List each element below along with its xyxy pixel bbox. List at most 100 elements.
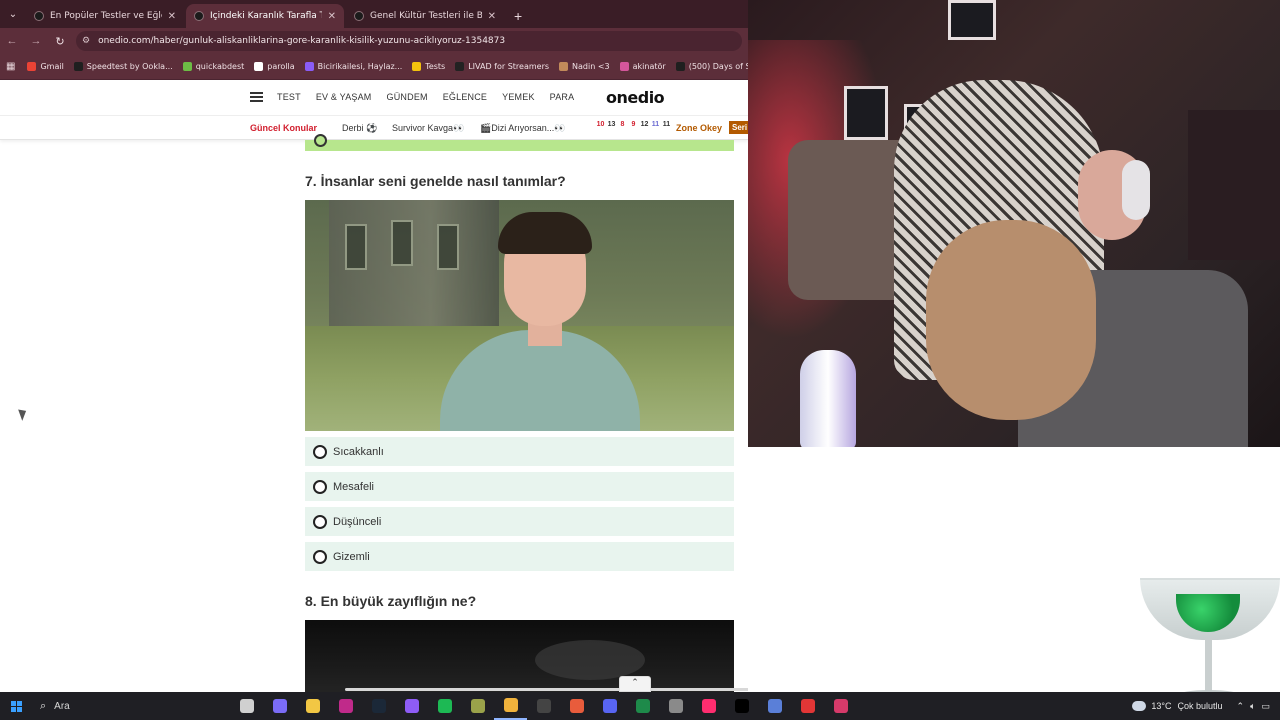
bookmark-label: parolla (267, 62, 295, 71)
horizontal-scrollbar[interactable] (345, 688, 748, 691)
back-arrow-icon[interactable]: ← (0, 35, 24, 47)
close-tab-icon[interactable]: ✕ (488, 11, 496, 22)
option-gizemli[interactable]: Gizemli (305, 542, 734, 571)
app-green-icon (635, 699, 650, 713)
taskbar-copilot-button[interactable] (263, 692, 296, 720)
url-text: onedio.com/haber/gunluk-aliskanliklarina… (98, 36, 506, 46)
reload-icon[interactable]: ↻ (48, 35, 72, 48)
score-value: 9 (631, 121, 636, 128)
scroll-to-top-button[interactable]: ⌃ (619, 676, 651, 692)
webcam-overlay (748, 0, 1280, 447)
taskbar-app-gray-button[interactable] (659, 692, 692, 720)
main-nav: TEST EV & YAŞAM GÜNDEM EĞLENCE YEMEK PARA (277, 92, 574, 102)
option-label: Gizemli (333, 550, 370, 563)
weather-temp[interactable]: 13°C (1151, 701, 1171, 711)
bookmark-item[interactable]: Speedtest by Ookla... (73, 62, 173, 71)
taskbar-app-red-button[interactable] (791, 692, 824, 720)
tray-chevron-icon[interactable]: ⌃ (1237, 701, 1245, 712)
bookmark-item[interactable]: Tests (412, 62, 445, 71)
seri-badge[interactable]: Seri (729, 121, 748, 134)
taskbar-app-purple-button[interactable] (395, 692, 428, 720)
volume-icon[interactable]: 🔈︎ (1250, 701, 1255, 712)
file-explorer-icon (305, 699, 320, 713)
question-8-image (305, 620, 734, 692)
taskbar-app-colorful-button[interactable] (560, 692, 593, 720)
bookmark-label: akinatör (632, 62, 666, 71)
bookmark-item[interactable]: quickabdest (182, 62, 244, 71)
nav-link[interactable]: TEST (277, 92, 301, 102)
taskbar-search[interactable]: ⌕ Ara (32, 695, 172, 717)
app-purple-icon (404, 699, 419, 713)
bookmark-favicon-icon (73, 62, 83, 71)
topic-survivor[interactable]: Survivor Kavga👀 (392, 123, 464, 134)
app-red-icon (800, 699, 815, 713)
taskbar-app-olive-button[interactable] (461, 692, 494, 720)
onedio-logo[interactable]: onedio (606, 88, 665, 107)
browser-tab-1[interactable]: En Popüler Testler ve Eğlenceli ✕ (26, 4, 184, 28)
taskbar-task-view-button[interactable] (230, 692, 263, 720)
shelf-shape (1188, 110, 1280, 260)
taskbar-app-pink-button[interactable] (329, 692, 362, 720)
bookmark-item[interactable]: parolla (254, 62, 295, 71)
steam-icon (371, 699, 386, 713)
tab-search-icon[interactable]: ⌄ (0, 0, 26, 28)
forward-arrow-icon[interactable]: → (24, 35, 48, 47)
radio-icon (313, 549, 327, 564)
bookmark-item[interactable]: Nadin <3 (559, 62, 610, 71)
window-shape (437, 224, 459, 270)
previous-selected-option[interactable] (305, 134, 734, 151)
taskbar-app-blue-button[interactable] (758, 692, 791, 720)
option-dusunceli[interactable]: Düşünceli (305, 507, 734, 536)
taskbar-spotify-button[interactable] (428, 692, 461, 720)
discord-icon (602, 699, 617, 713)
nav-link[interactable]: GÜNDEM (387, 92, 428, 102)
taskbar-steam-button[interactable] (362, 692, 395, 720)
url-input[interactable]: ⚙ onedio.com/haber/gunluk-aliskanliklari… (76, 31, 742, 51)
bookmark-item[interactable]: akinatör (619, 62, 666, 71)
tab-title: En Popüler Testler ve Eğlenceli (50, 11, 162, 21)
taskbar-app-magenta-button[interactable] (824, 692, 857, 720)
browser-tab-2[interactable]: İçindeki Karanlık Tarafla Tanışm ✕ (186, 4, 344, 28)
weather-desc[interactable]: Çok bulutlu (1178, 701, 1223, 711)
chrome-icon (503, 698, 518, 712)
nav-link[interactable]: PARA (550, 92, 575, 102)
notification-icon[interactable]: ▭ (1261, 701, 1270, 712)
wall-poster (844, 86, 888, 140)
scoreboard[interactable]: 10 13 8 9 12 11 11 (596, 121, 671, 128)
option-label: Mesafeli (333, 480, 374, 493)
bookmark-item[interactable]: LIVAD for Streamers (455, 62, 549, 71)
app-blue-icon (767, 699, 782, 713)
taskbar-chrome-button[interactable] (494, 692, 527, 720)
headphones-icon (1122, 160, 1150, 220)
taskbar-app-green-button[interactable] (626, 692, 659, 720)
cocktail-glass-overlay (1138, 578, 1280, 708)
weather-cloud-icon[interactable] (1132, 698, 1147, 711)
bookmark-item[interactable]: Bicirikailesi, Haylaz... (304, 62, 402, 71)
radio-icon (313, 444, 327, 459)
topic-dizi[interactable]: 🎬Dizi Arıyorsan...👀 (480, 123, 565, 134)
option-mesafeli[interactable]: Mesafeli (305, 472, 734, 501)
hamburger-menu-icon[interactable] (250, 92, 263, 102)
browser-tab-3[interactable]: Genel Kültür Testleri ile Bilgini ✕ (346, 4, 504, 28)
nav-link[interactable]: EĞLENCE (443, 92, 487, 102)
search-icon: ⌕ (40, 699, 47, 712)
topic-derbi[interactable]: Derbi ⚽ (342, 123, 377, 134)
taskbar-discord-button[interactable] (593, 692, 626, 720)
mouse-cursor-icon (18, 407, 29, 421)
start-button[interactable] (0, 692, 32, 720)
taskbar-tiktok-live-button[interactable] (692, 692, 725, 720)
zone-okey-link[interactable]: Zone Okey (676, 123, 722, 133)
apps-grid-icon[interactable]: ▦ (6, 61, 15, 72)
bookmark-item[interactable]: Gmail (27, 62, 64, 71)
nav-link[interactable]: YEMEK (502, 92, 535, 102)
nav-link[interactable]: EV & YAŞAM (316, 92, 372, 102)
new-tab-button[interactable]: + (506, 4, 530, 28)
option-sicakkanli[interactable]: Sıcakkanlı (305, 437, 734, 466)
taskbar-app-dark-button[interactable] (527, 692, 560, 720)
taskbar-file-explorer-button[interactable] (296, 692, 329, 720)
site-info-icon[interactable]: ⚙ (82, 36, 90, 46)
taskbar-tiktok-button[interactable] (725, 692, 758, 720)
close-tab-icon[interactable]: ✕ (168, 11, 176, 22)
close-tab-icon[interactable]: ✕ (328, 11, 336, 22)
bookmark-label: Speedtest by Ookla... (86, 62, 173, 71)
